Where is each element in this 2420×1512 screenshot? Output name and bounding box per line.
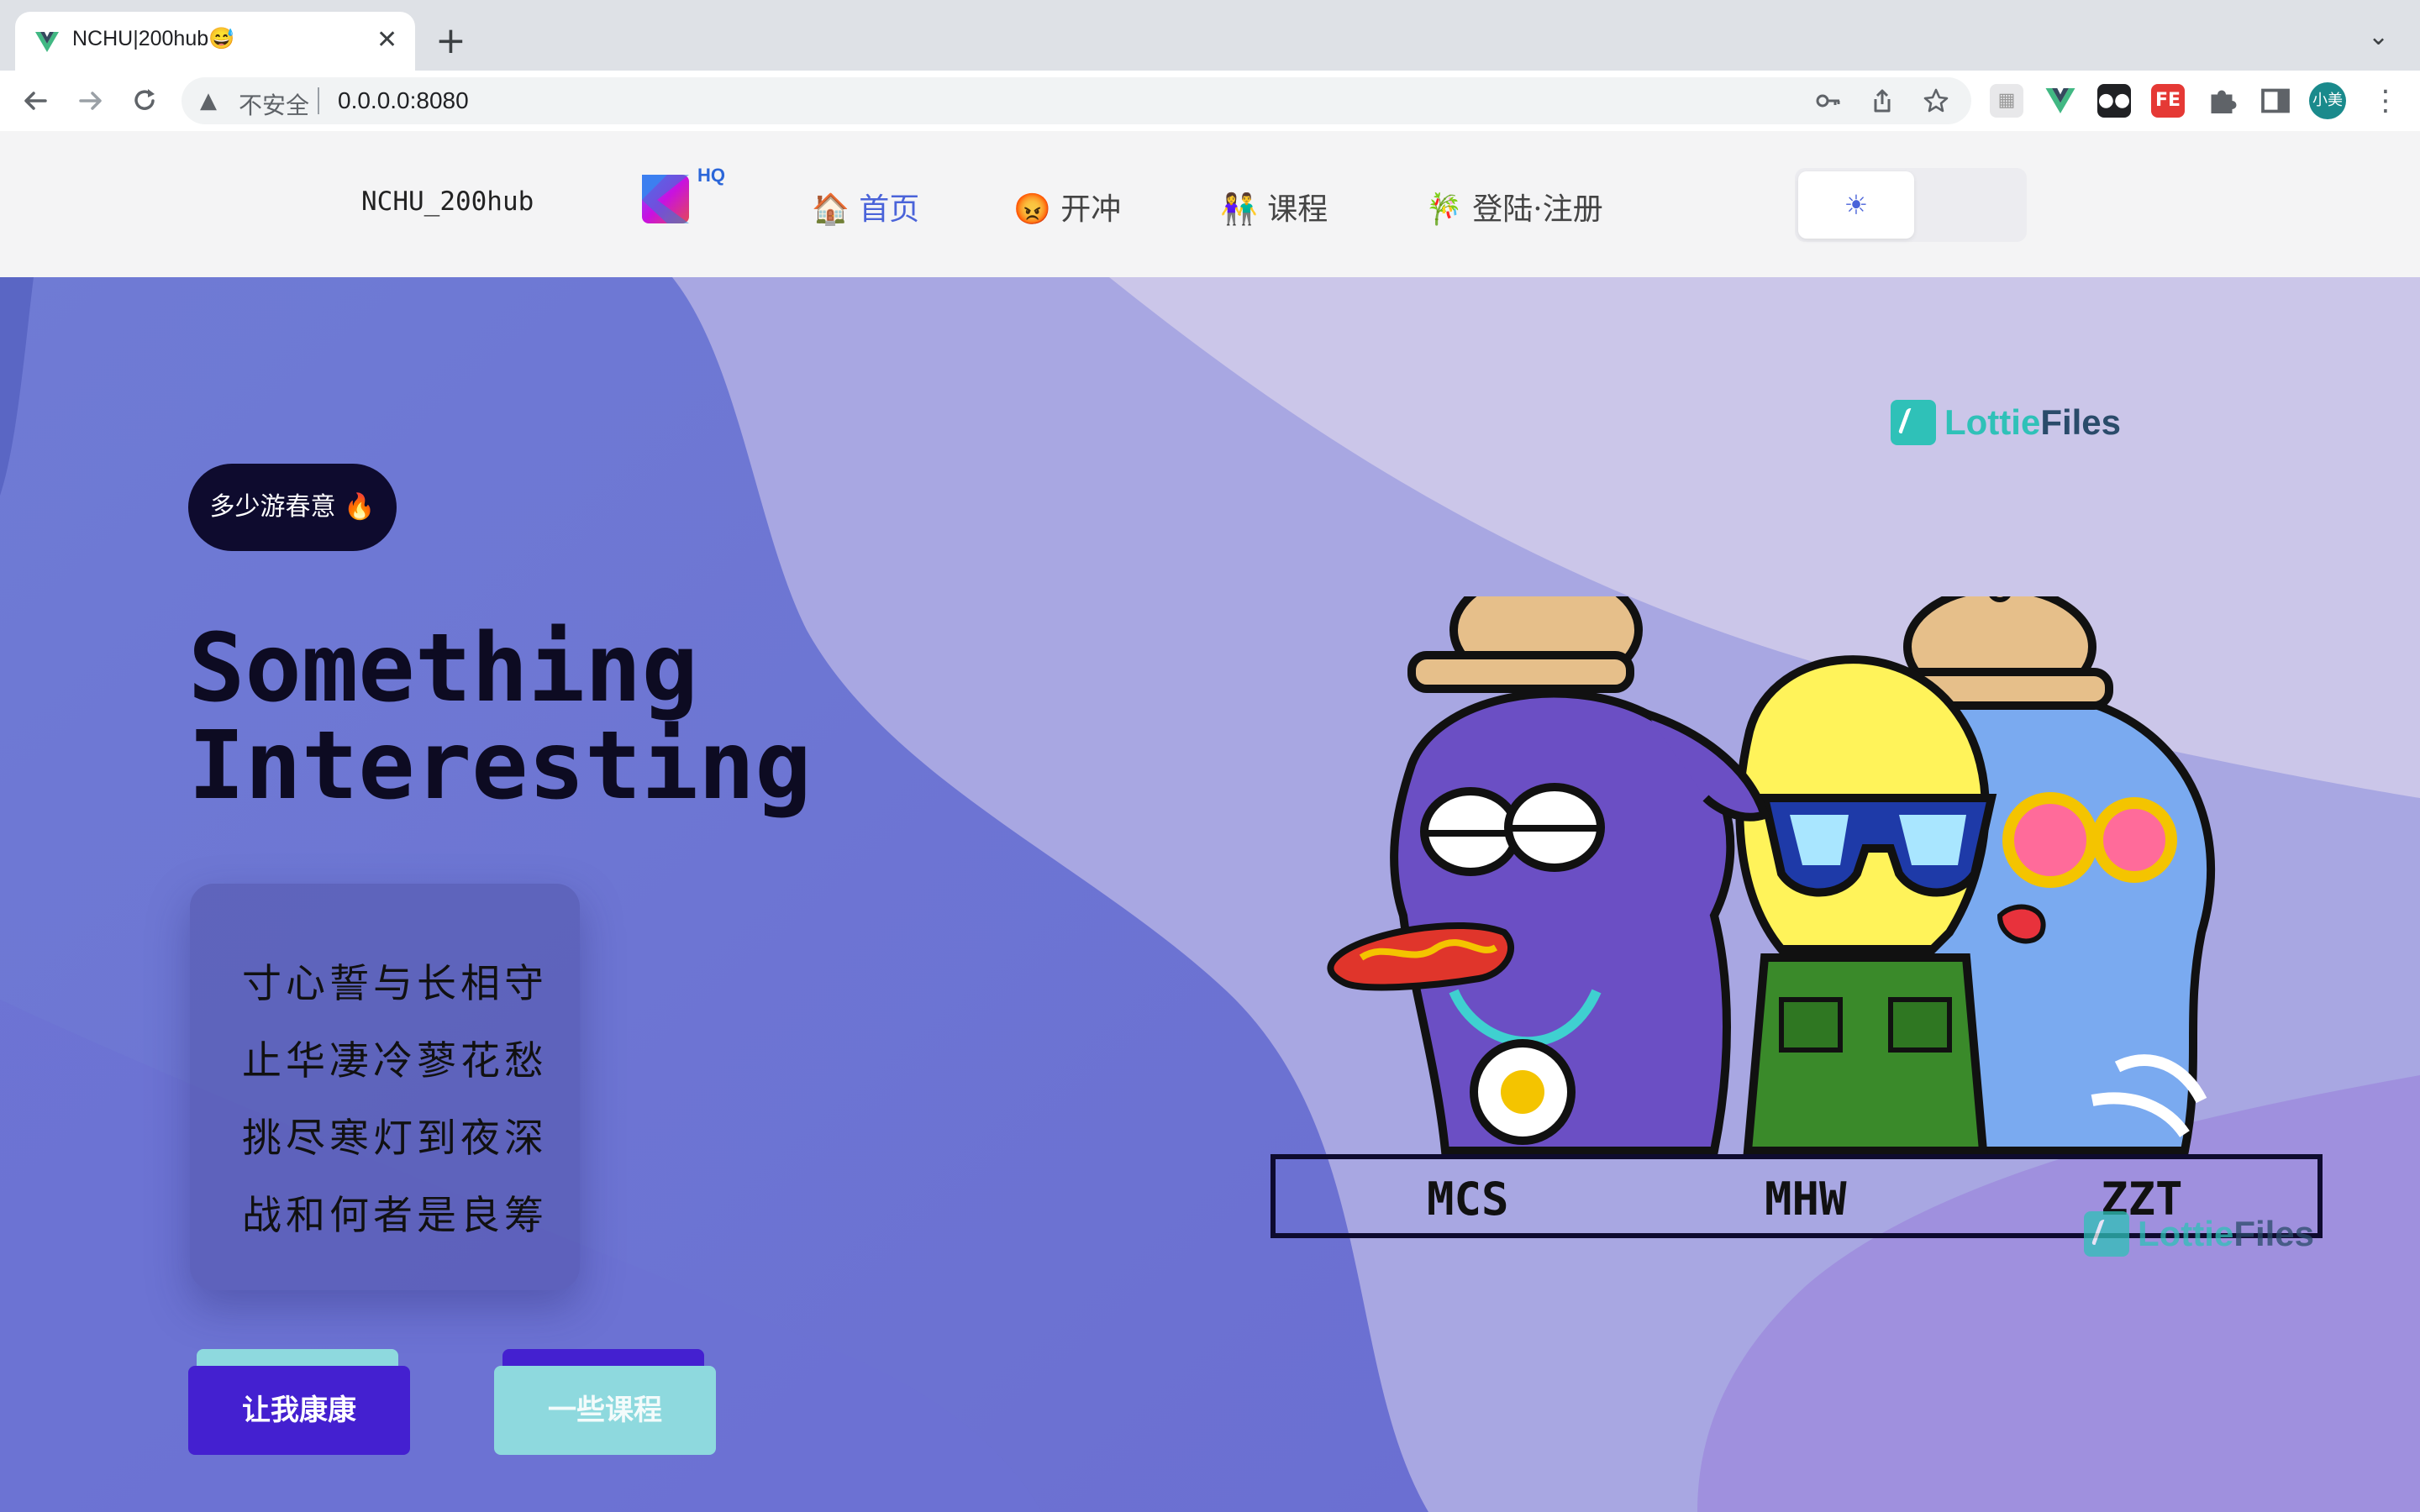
forward-arrow-icon[interactable]	[76, 86, 106, 116]
url-text[interactable]: 0.0.0.0:8080	[338, 87, 469, 114]
lottiefiles-logo[interactable]: LottieFiles	[1891, 400, 2121, 445]
side-panel-icon[interactable]	[2259, 84, 2292, 118]
some-courses-button[interactable]: 一些课程	[494, 1366, 716, 1455]
star-icon[interactable]	[1923, 87, 1949, 114]
theme-toggle[interactable]: ☀	[1795, 168, 2027, 242]
nav-courses[interactable]: 👫 课程	[1220, 185, 1328, 228]
ext-tampermonkey-icon[interactable]: ●●	[2097, 84, 2131, 118]
purple-character	[1327, 596, 1770, 1155]
hero-badge: 多少游春意 🔥	[188, 464, 397, 551]
poem-card: 寸心誓与长相守 止华凄冷蓼花愁 挑尽寒灯到夜深 战和何者是良筹	[190, 884, 580, 1290]
lottiefiles-watermark: LottieFiles	[2084, 1211, 2314, 1257]
reload-icon[interactable]	[129, 86, 160, 116]
poem-line: 挑尽寒灯到夜深	[242, 1116, 548, 1162]
nav-start[interactable]: 😡 开冲	[1013, 185, 1121, 228]
logo-badge: HQ	[697, 165, 725, 186]
site-brand[interactable]: NCHU_200hub	[361, 186, 534, 217]
browser-tab[interactable]: NCHU|200hub😅 ✕	[15, 12, 415, 71]
new-tab-icon[interactable]: +	[435, 18, 466, 64]
back-arrow-icon[interactable]	[20, 86, 50, 116]
address-bar[interactable]: ▲ 不安全 0.0.0.0:8080	[182, 77, 1971, 124]
nav-home[interactable]: 🏠 首页	[812, 185, 919, 228]
hero-section: 多少游春意 🔥 Something Interesting 寸心誓与长相守 止华…	[0, 277, 2420, 1512]
files-word: Files	[2233, 1214, 2315, 1253]
button-accent-tab	[502, 1349, 704, 1366]
security-label[interactable]: 不安全	[239, 87, 309, 121]
name-mhw: MHW	[1765, 1173, 1847, 1226]
button-accent-tab	[197, 1349, 398, 1366]
poem-line: 寸心誓与长相守	[242, 961, 548, 1007]
tab-close-icon[interactable]: ✕	[376, 24, 397, 57]
poem-line: 战和何者是良筹	[242, 1193, 548, 1239]
browser-menu-icon[interactable]: ⋮	[2371, 81, 2400, 121]
puzzle-icon[interactable]	[2205, 84, 2238, 118]
browser-tab-bar: NCHU|200hub😅 ✕ + ⌄	[0, 0, 2420, 71]
yellow-character	[1735, 655, 1997, 1155]
characters-illustration	[1327, 596, 2216, 1155]
hero-headline: Something Interesting	[188, 620, 944, 815]
files-word: Files	[2040, 402, 2122, 442]
headline-line-1: Something	[188, 614, 698, 723]
vue-favicon-icon	[35, 32, 59, 52]
share-icon[interactable]	[1869, 87, 1896, 114]
lottie-word: Lottie	[1944, 402, 2041, 442]
kotlin-logo-icon	[642, 175, 689, 223]
vue-devtools-icon[interactable]	[2044, 84, 2077, 118]
headline-line-2: Interesting	[188, 711, 812, 821]
ext-grid-icon[interactable]: ▦	[1990, 84, 2023, 118]
key-icon[interactable]	[1815, 87, 1842, 114]
url-separator	[318, 87, 319, 114]
browser-toolbar: ▲ 不安全 0.0.0.0:8080 ▦ ●● FE 小美 ⋮	[0, 71, 2420, 131]
site-logo[interactable]: HQ	[639, 165, 725, 237]
name-mcs: MCS	[1427, 1173, 1509, 1226]
tab-search-chevron-icon[interactable]: ⌄	[2368, 22, 2389, 51]
profile-avatar[interactable]: 小美	[2309, 82, 2346, 119]
site-header: NCHU_200hub HQ 🏠 首页 😡 开冲 👫 课程 🎋 登陆·注册 ☀	[0, 131, 2420, 278]
nav-login-register[interactable]: 🎋 登陆·注册	[1425, 185, 1603, 228]
let-me-see-button[interactable]: 让我康康	[188, 1366, 410, 1455]
lottiefiles-icon	[1891, 400, 1936, 445]
tab-title: NCHU|200hub😅	[72, 27, 235, 50]
ext-fe-icon[interactable]: FE	[2151, 84, 2185, 118]
lottiefiles-icon	[2084, 1211, 2129, 1257]
warning-icon: ▲	[200, 88, 217, 113]
poem-line: 止华凄冷蓼花愁	[242, 1038, 548, 1084]
lottie-word: Lottie	[2138, 1214, 2234, 1253]
sun-icon[interactable]: ☀	[1798, 171, 1914, 239]
